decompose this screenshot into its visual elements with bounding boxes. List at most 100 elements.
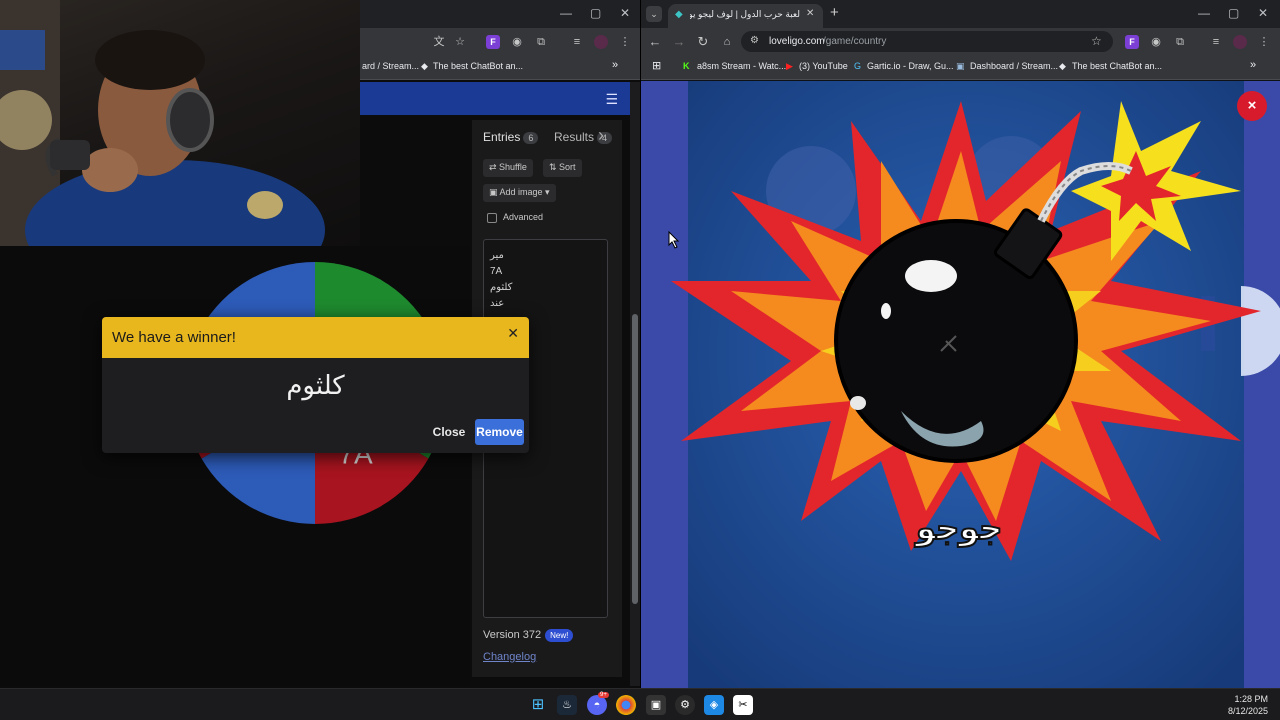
modal-header: We have a winner! ✕ [102, 317, 529, 358]
maximize-icon[interactable]: ▢ [590, 6, 601, 20]
discord-icon[interactable]: ◓ [587, 695, 607, 715]
site-info-icon[interactable]: ⚙ [750, 35, 759, 46]
browser-tab[interactable]: ◆ لعبة حرب الدول | لوف ليجو يوفر ✕ [668, 4, 823, 28]
youtube-icon: ▶ [786, 61, 793, 71]
site-favicon-icon: ◆ [675, 9, 683, 20]
chrome-icon[interactable] [616, 695, 636, 715]
home-icon[interactable]: ⌂ [720, 35, 734, 49]
entry-line: كلثوم [490, 282, 513, 293]
shuffle-icon: ⇄ [489, 162, 500, 172]
hamburger-menu-icon[interactable]: ☰ [605, 91, 618, 108]
dashboard-icon: ▣ [956, 61, 965, 71]
apps-grid-icon[interactable]: ⊞ [652, 59, 661, 72]
shuffle-label: Shuffle [499, 162, 527, 172]
star-icon[interactable]: ☆ [1091, 34, 1102, 48]
modal-title: We have a winner! [112, 329, 236, 346]
chatbot-bookmark-icon: ◆ [1059, 61, 1066, 71]
obs-icon[interactable]: ▣ [646, 695, 666, 715]
reload-icon[interactable]: ↻ [696, 35, 710, 49]
kick-icon: K [683, 61, 690, 71]
clock-time: 1:28 PM [1234, 694, 1268, 704]
right-toolbar: ← → ↻ ⌂ ⚙ loveligo.com /game/country ☆ F… [641, 28, 1280, 55]
extension-f-icon[interactable]: F [1125, 35, 1139, 49]
back-icon[interactable]: ← [648, 35, 662, 49]
extension-f-icon[interactable]: F [486, 35, 500, 49]
bookmark-a8sm[interactable]: a8sm Stream - Watc... [697, 61, 786, 71]
extensions-puzzle-icon[interactable]: ⧉ [534, 35, 548, 49]
capcut-icon[interactable]: ✂ [733, 695, 753, 715]
scrollbar-thumb[interactable] [632, 314, 638, 604]
extension-cookie-icon[interactable]: ◉ [1149, 35, 1163, 49]
webcam-person-image [0, 0, 325, 246]
chatbot-bookmark-icon: ◆ [421, 61, 428, 71]
address-bar[interactable]: ⚙ loveligo.com /game/country ☆ [741, 31, 1113, 52]
spin-wheel[interactable]: 7A [0, 246, 470, 686]
winner-modal: We have a winner! ✕ كلثوم Close Remove [102, 317, 529, 453]
bookmark-gartic[interactable]: Gartic.io - Draw, Gu... [867, 61, 954, 71]
url-path: /game/country [823, 36, 887, 47]
maximize-icon[interactable]: ▢ [1228, 6, 1239, 20]
forward-icon[interactable]: → [672, 35, 686, 49]
minimize-icon[interactable]: — [560, 6, 572, 20]
shuffle-button[interactable]: ⇄ Shuffle [483, 159, 533, 177]
mouse-cursor-icon [668, 231, 680, 249]
bookmark-youtube[interactable]: (3) YouTube [799, 61, 848, 71]
steam-icon[interactable]: ♨ [557, 695, 577, 715]
minimize-icon[interactable]: — [1198, 6, 1210, 20]
menu-kebab-icon[interactable]: ⋮ [1257, 35, 1271, 49]
translate-icon[interactable]: 文 [432, 35, 446, 49]
media-control-icon[interactable]: ≡ [570, 35, 584, 49]
more-bookmarks-icon[interactable]: » [612, 59, 618, 71]
tab-title: لعبة حرب الدول | لوف ليجو يوفر [690, 9, 800, 19]
app-gear-icon[interactable]: ⚙ [675, 695, 695, 715]
tab-search-icon[interactable]: ⌄ [646, 6, 662, 22]
add-image-label: Add image [499, 187, 543, 197]
windows-taskbar: ⊞ ♨ ◓ 9+ ▣ ⚙ ◈ ✂ 1:28 PM 8/12/2025 [0, 688, 1280, 720]
system-clock[interactable]: 1:28 PM 8/12/2025 [1228, 693, 1268, 717]
sort-label: Sort [559, 162, 576, 172]
bookmark-dashboard[interactable]: ard / Stream... [362, 61, 419, 71]
bookmark-dashboard[interactable]: Dashboard / Stream... [970, 61, 1058, 71]
close-window-icon[interactable]: ✕ [1258, 6, 1268, 20]
close-icon[interactable]: ✕ [507, 325, 519, 342]
image-icon: ▣ [489, 187, 500, 197]
right-browser-window: ⌄ ◆ لعبة حرب الدول | لوف ليجو يوفر ✕ + —… [641, 0, 1280, 688]
tab-results-label: Results [554, 130, 595, 144]
sort-button[interactable]: ⇅ Sort [543, 159, 582, 177]
star-icon[interactable]: ☆ [453, 35, 467, 49]
bookmark-chatbot[interactable]: The best ChatBot an... [433, 61, 523, 71]
advanced-checkbox[interactable] [487, 213, 497, 223]
extensions-puzzle-icon[interactable]: ⧉ [1173, 35, 1187, 49]
right-titlebar: ⌄ ◆ لعبة حرب الدول | لوف ليجو يوفر ✕ + —… [641, 0, 1280, 28]
profile-avatar-icon[interactable] [1233, 35, 1247, 49]
entry-line: مير [490, 250, 504, 261]
new-tab-icon[interactable]: + [830, 4, 839, 21]
start-windows-icon[interactable]: ⊞ [528, 695, 548, 715]
player-name-label: جوجو [915, 508, 1003, 548]
chevron-right-icon[interactable]: › [598, 125, 604, 146]
entry-line: عند [490, 298, 505, 309]
tab-close-icon[interactable]: ✕ [806, 8, 814, 19]
tab-entries[interactable]: Entries 6 [483, 130, 539, 144]
add-image-button[interactable]: ▣ Add image ▾ [483, 184, 556, 202]
close-button[interactable]: Close [428, 419, 470, 445]
extension-cookie-icon[interactable]: ◉ [510, 35, 524, 49]
sort-icon: ⇅ [549, 162, 560, 172]
gartic-icon: G [854, 61, 862, 71]
menu-kebab-icon[interactable]: ⋮ [618, 35, 632, 49]
entry-line: 7A [490, 266, 503, 277]
media-control-icon[interactable]: ≡ [1209, 35, 1223, 49]
profile-avatar-icon[interactable] [594, 35, 608, 49]
close-window-icon[interactable]: ✕ [620, 6, 630, 20]
app-blue-icon[interactable]: ◈ [704, 695, 724, 715]
left-scrollbar[interactable] [630, 82, 640, 686]
advanced-label: Advanced [503, 212, 544, 222]
dropdown-caret-icon: ▾ [542, 187, 550, 197]
discord-notification-badge: 9+ [598, 692, 609, 698]
bookmark-chatbot[interactable]: The best ChatBot an... [1072, 61, 1162, 71]
more-bookmarks-icon[interactable]: » [1250, 59, 1256, 71]
wheel-area: 7A [0, 246, 470, 686]
changelog-link[interactable]: Changelog [483, 651, 536, 663]
game-close-button[interactable]: × [1237, 91, 1267, 121]
remove-button[interactable]: Remove [475, 419, 524, 445]
